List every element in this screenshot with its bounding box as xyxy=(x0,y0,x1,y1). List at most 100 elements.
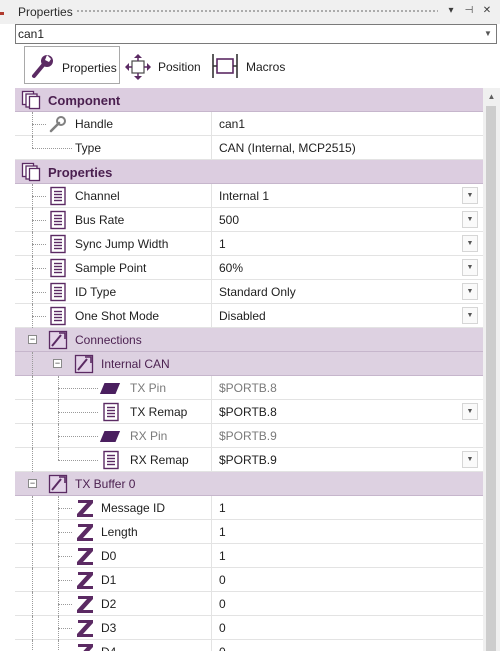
close-icon[interactable]: ✕ xyxy=(480,4,494,18)
property-row-channel[interactable]: Channel Internal 1 ▼ xyxy=(15,184,483,208)
property-value[interactable]: 0 xyxy=(219,621,226,635)
property-label: Sample Point xyxy=(75,261,147,275)
category-properties[interactable]: Properties xyxy=(15,160,483,184)
property-value: $PORTB.8 xyxy=(219,381,277,395)
property-value[interactable]: 500 xyxy=(219,213,239,227)
property-row-d1[interactable]: D1 0 xyxy=(15,568,483,592)
move-arrows-icon xyxy=(125,54,151,80)
property-row-id-type[interactable]: ID Type Standard Only ▼ xyxy=(15,280,483,304)
chevron-down-icon[interactable]: ▼ xyxy=(462,451,478,468)
property-label: D2 xyxy=(101,597,117,611)
category-component[interactable]: Component xyxy=(15,88,483,112)
wrench-icon xyxy=(32,55,53,78)
property-value[interactable]: 60% xyxy=(219,261,243,275)
component-selector[interactable]: ▼ xyxy=(15,24,497,44)
property-value[interactable]: Internal 1 xyxy=(219,189,269,203)
property-row-d0[interactable]: D0 1 xyxy=(15,544,483,568)
property-row-one-shot-mode[interactable]: One Shot Mode Disabled ▼ xyxy=(15,304,483,328)
property-row-bus-rate[interactable]: Bus Rate 500 ▼ xyxy=(15,208,483,232)
z-variable-icon xyxy=(75,546,95,566)
component-search-input[interactable] xyxy=(18,26,480,42)
group-label: Internal CAN xyxy=(101,357,170,371)
chevron-down-icon[interactable]: ▼ xyxy=(462,307,478,324)
property-label: Type xyxy=(75,141,102,155)
chevron-down-icon[interactable]: ▼ xyxy=(462,235,478,252)
chevron-down-icon[interactable]: ▼ xyxy=(462,403,478,420)
property-value[interactable]: 1 xyxy=(219,549,226,563)
property-value[interactable]: 1 xyxy=(219,501,226,515)
document-icon xyxy=(101,450,121,470)
document-icon xyxy=(48,306,68,326)
property-label: Message ID xyxy=(101,501,166,515)
chevron-down-icon[interactable]: ▼ xyxy=(480,25,496,43)
tab-position-label: Position xyxy=(158,60,201,74)
tab-macros[interactable]: Macros xyxy=(206,46,290,84)
collapse-icon[interactable]: − xyxy=(28,479,37,488)
pages-icon xyxy=(21,162,41,182)
category-label: Component xyxy=(48,93,121,108)
collapse-icon[interactable]: − xyxy=(53,359,62,368)
chevron-down-icon[interactable]: ▼ xyxy=(462,259,478,276)
vertical-scrollbar[interactable]: ▲ xyxy=(483,88,500,651)
group-tx-buffer-0[interactable]: − TX Buffer 0 xyxy=(15,472,483,496)
window-menu-icon[interactable]: ▾ xyxy=(444,4,458,18)
property-label: RX Pin xyxy=(130,429,168,443)
property-value[interactable]: 0 xyxy=(219,573,226,587)
property-value[interactable]: 1 xyxy=(219,525,226,539)
scroll-up-icon[interactable]: ▲ xyxy=(483,90,500,104)
property-value: CAN (Internal, MCP2515) xyxy=(219,141,356,155)
property-value[interactable]: 1 xyxy=(219,237,226,251)
edge-marker xyxy=(0,12,4,15)
wrench-icon xyxy=(49,116,66,133)
property-label: TX Pin xyxy=(130,381,167,395)
group-label: TX Buffer 0 xyxy=(75,477,136,491)
drag-grip[interactable] xyxy=(76,9,438,14)
collapse-icon[interactable]: − xyxy=(28,335,37,344)
tab-strip: Properties Position Macros xyxy=(0,44,500,88)
tab-properties[interactable]: Properties xyxy=(24,46,120,84)
property-row-tx-pin[interactable]: TX Pin $PORTB.8 xyxy=(15,376,483,400)
property-label: One Shot Mode xyxy=(75,309,160,323)
z-variable-icon xyxy=(75,594,95,614)
property-row[interactable]: Handle can1 xyxy=(15,112,483,136)
property-value[interactable]: $PORTB.8 xyxy=(219,405,277,419)
tab-macros-label: Macros xyxy=(246,60,286,74)
property-row-d3[interactable]: D3 0 xyxy=(15,616,483,640)
property-value[interactable]: 0 xyxy=(219,645,226,651)
property-row-d2[interactable]: D2 0 xyxy=(15,592,483,616)
property-row-rx-remap[interactable]: RX Remap $PORTB.9 ▼ xyxy=(15,448,483,472)
property-row[interactable]: Type CAN (Internal, MCP2515) xyxy=(15,136,483,160)
chevron-down-icon[interactable]: ▼ xyxy=(462,283,478,300)
property-row-message-id[interactable]: Message ID 1 xyxy=(15,496,483,520)
property-value[interactable]: can1 xyxy=(219,117,245,131)
property-row-length[interactable]: Length 1 xyxy=(15,520,483,544)
chevron-down-icon[interactable]: ▼ xyxy=(462,187,478,204)
scrollbar-thumb[interactable] xyxy=(486,106,496,651)
group-connections[interactable]: − Connections xyxy=(15,328,483,352)
property-label: Length xyxy=(101,525,138,539)
property-value[interactable]: Standard Only xyxy=(219,285,296,299)
property-value[interactable]: 0 xyxy=(219,597,226,611)
chevron-down-icon[interactable]: ▼ xyxy=(462,211,478,228)
property-label: D0 xyxy=(101,549,117,563)
property-label: Handle xyxy=(75,117,114,131)
property-row-rx-pin[interactable]: RX Pin $PORTB.9 xyxy=(15,424,483,448)
tab-position[interactable]: Position xyxy=(122,46,206,84)
property-row-d4[interactable]: D4 0 xyxy=(15,640,483,651)
tab-properties-label: Properties xyxy=(62,61,117,75)
property-row-sample-point[interactable]: Sample Point 60% ▼ xyxy=(15,256,483,280)
property-value[interactable]: $PORTB.9 xyxy=(219,453,277,467)
property-label: Bus Rate xyxy=(75,213,125,227)
macro-icon xyxy=(212,54,238,78)
property-label: Sync Jump Width xyxy=(75,237,169,251)
property-value[interactable]: Disabled xyxy=(219,309,266,323)
pin-icon xyxy=(99,382,121,395)
group-internal-can[interactable]: − Internal CAN xyxy=(15,352,483,376)
pin-icon xyxy=(99,430,121,443)
pin-icon[interactable]: ⊣ xyxy=(462,4,476,18)
property-row-tx-remap[interactable]: TX Remap $PORTB.8 ▼ xyxy=(15,400,483,424)
property-row-sync-jump-width[interactable]: Sync Jump Width 1 ▼ xyxy=(15,232,483,256)
property-label: ID Type xyxy=(75,285,117,299)
document-icon xyxy=(48,282,68,302)
connection-icon xyxy=(48,474,68,494)
